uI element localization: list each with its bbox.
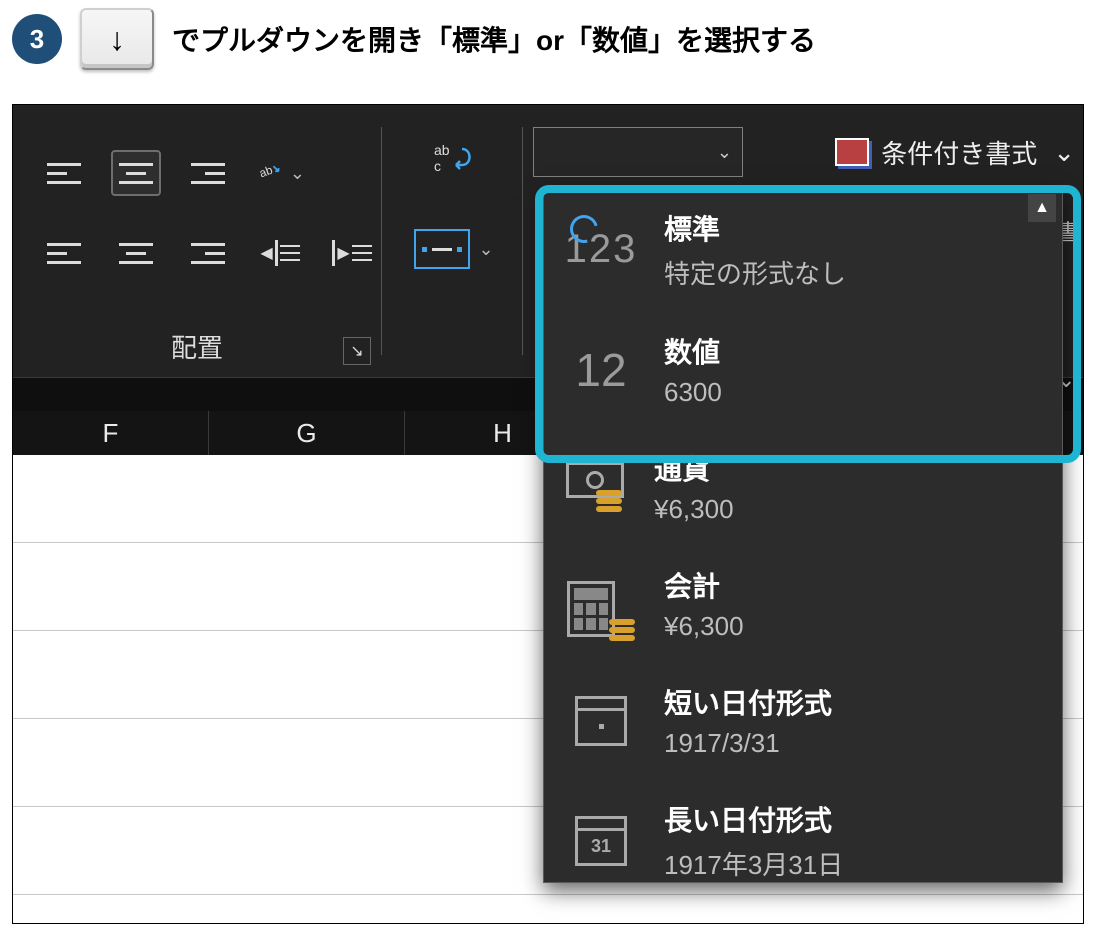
format-option-number[interactable]: 12 数値 6300 xyxy=(544,311,1062,428)
accounting-format-icon xyxy=(566,571,636,637)
conditional-formatting-label: 条件付き書式 xyxy=(881,134,1037,171)
currency-format-icon xyxy=(566,454,626,520)
number-format-dropdown: ▲ 123 標準 特定の形式なし 12 数値 6300 xyxy=(543,187,1063,883)
format-option-label: 会計 xyxy=(664,565,744,605)
column-header-g[interactable]: G xyxy=(209,411,405,455)
instruction-text: でプルダウンを開き「標準」or「数値」を選択する xyxy=(172,19,816,59)
format-option-label: 通貨 xyxy=(654,448,734,488)
format-option-short-date[interactable]: 短い日付形式 1917/3/31 xyxy=(544,662,1062,779)
grid-row[interactable] xyxy=(13,895,1083,924)
chevron-down-icon: ⌄ xyxy=(290,163,305,184)
format-option-preview: 6300 xyxy=(664,377,722,408)
format-option-preview: 1917年3月31日 xyxy=(664,845,843,882)
number-format-combo[interactable]: ⌄ xyxy=(533,127,743,177)
scroll-up-button[interactable]: ▲ xyxy=(1028,194,1056,222)
svg-text:ab: ab xyxy=(258,163,275,180)
general-format-icon: 123 xyxy=(566,217,636,283)
chevron-down-icon: ⌄ xyxy=(1053,137,1075,168)
step-number-badge: 3 xyxy=(12,14,62,64)
merge-center-button[interactable]: ⌄ xyxy=(414,229,493,269)
alignment-group-label: 配置 xyxy=(13,328,381,365)
format-option-preview: ¥6,300 xyxy=(654,494,734,525)
decrease-indent-button[interactable]: ◀ xyxy=(255,230,305,276)
format-option-label: 標準 xyxy=(664,208,846,248)
svg-text:c: c xyxy=(434,158,441,174)
merge-icon xyxy=(414,229,470,269)
number-format-icon: 12 xyxy=(566,337,636,403)
format-option-label: 短い日付形式 xyxy=(664,682,832,722)
down-arrow-keycap: ↓ xyxy=(80,8,154,70)
chevron-down-icon: ⌄ xyxy=(478,239,493,260)
alignment-group: ab ⌄ ◀ xyxy=(13,105,381,377)
format-option-currency[interactable]: 通貨 ¥6,300 xyxy=(544,428,1062,545)
align-left-button[interactable] xyxy=(39,230,89,276)
align-bottom-button[interactable] xyxy=(183,150,233,196)
short-date-format-icon xyxy=(566,688,636,754)
format-option-preview: ¥6,300 xyxy=(664,611,744,642)
align-top-button[interactable] xyxy=(39,150,89,196)
svg-text:ab: ab xyxy=(434,142,450,158)
format-option-long-date[interactable]: 31 長い日付形式 1917年3月31日 xyxy=(544,779,1062,882)
conditional-formatting-icon xyxy=(835,138,869,166)
wrap-text-button[interactable]: ab c xyxy=(432,139,476,179)
align-center-button[interactable] xyxy=(111,230,161,276)
wrap-text-icon: ab c xyxy=(432,139,476,179)
column-header-f[interactable]: F xyxy=(13,411,209,455)
format-option-label: 長い日付形式 xyxy=(664,799,843,839)
increase-indent-button[interactable]: ▶ xyxy=(327,230,377,276)
orientation-icon: ab xyxy=(255,157,282,189)
format-option-label: 数値 xyxy=(664,331,722,371)
format-option-general[interactable]: 123 標準 特定の形式なし xyxy=(544,188,1062,311)
wrap-merge-group: ab c ⌄ xyxy=(382,105,522,377)
conditional-formatting-button[interactable]: 条件付き書式 ⌄ xyxy=(811,127,1083,177)
long-date-format-icon: 31 xyxy=(566,808,636,874)
alignment-dialog-launcher[interactable]: ↘ xyxy=(343,337,371,365)
chevron-down-icon: ⌄ xyxy=(717,142,732,163)
instruction-row: 3 ↓ でプルダウンを開き「標準」or「数値」を選択する xyxy=(0,0,1103,82)
excel-screenshot: ab ⌄ ◀ xyxy=(12,104,1084,924)
align-right-button[interactable] xyxy=(183,230,233,276)
format-option-preview: 特定の形式なし xyxy=(664,254,846,291)
align-middle-button[interactable] xyxy=(111,150,161,196)
format-option-preview: 1917/3/31 xyxy=(664,728,832,759)
orientation-button[interactable]: ab ⌄ xyxy=(255,150,305,196)
format-option-accounting[interactable]: 会計 ¥6,300 xyxy=(544,545,1062,662)
